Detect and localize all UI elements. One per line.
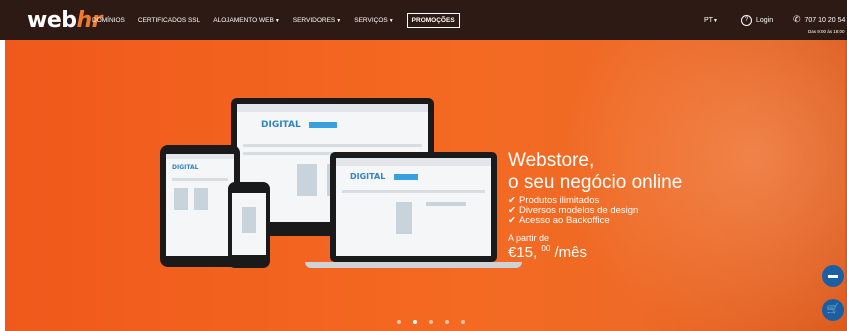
screen-row [172, 178, 228, 181]
check-icon: ✔ [508, 215, 516, 226]
screen-browser-bar [336, 158, 491, 166]
feature-list: ✔ Produtos ilimitados ✔ Diversos modelos d… [508, 196, 638, 226]
screen-browser-bar [166, 154, 234, 159]
language-selector[interactable]: PT▼ [704, 17, 718, 24]
phone-icon: ✆ [793, 14, 801, 24]
caret-down-icon: ▼ [388, 17, 394, 24]
screen-product-tile [174, 188, 188, 210]
smartphone-image [228, 182, 270, 268]
caret-down-icon: ▼ [336, 17, 342, 24]
tablet-screen: DIGITAL [166, 154, 234, 256]
hero-banner[interactable]: DIGITAL DIGITAL DIGITAL Webstore, o seu … [5, 40, 847, 331]
screen-row [342, 190, 485, 193]
laptop-screen: DIGITAL [336, 158, 491, 256]
carousel-dot[interactable] [397, 320, 401, 324]
screen-title: DIGITAL [261, 120, 301, 130]
nav-item-promocoes[interactable]: PROMOÇÕES [406, 12, 460, 28]
laptop-image: DIGITAL [330, 152, 497, 262]
price-from-label: A partir de [508, 233, 550, 243]
nav-item-servicos[interactable]: SERVIÇOS▼ [354, 17, 393, 24]
user-circle-icon: ? [741, 15, 752, 26]
screen-search-bar [309, 122, 337, 128]
nav-label: DOMÍNIOS [92, 16, 125, 24]
hero-headline: Webstore, o seu negócio online [508, 150, 682, 194]
carousel-dot[interactable] [429, 320, 433, 324]
feature-item: ✔ Acesso ao Backoffice [508, 216, 638, 226]
headline-line-2: o seu negócio online [508, 172, 683, 193]
nav-label: ALOJAMENTO WEB [213, 16, 274, 24]
screen-product-tile [242, 207, 256, 233]
smartphone-screen [232, 193, 266, 255]
logo-web-text: web [27, 8, 77, 33]
carousel-dot[interactable] [461, 320, 465, 324]
laptop-base [305, 262, 522, 268]
caret-down-icon: ▼ [712, 18, 718, 24]
language-label: PT [704, 17, 713, 24]
price: €15, 00 /mês [508, 244, 587, 261]
price-period: /mês [554, 244, 587, 261]
nav-label: PROMOÇÕES [411, 16, 455, 24]
nav-item-certificados-ssl[interactable]: CERTIFICADOS SSL [138, 17, 200, 24]
screen-product-tile [297, 164, 317, 196]
support-hours: Das 9:00 às 18:00 [808, 29, 845, 34]
login-link[interactable]: ? Login [741, 15, 773, 26]
caret-down-icon: ▼ [274, 17, 280, 24]
chat-icon: ▬ [828, 270, 838, 281]
cart-icon: 🛒 [826, 304, 840, 315]
headline-line-1: Webstore, [508, 150, 595, 171]
screen-product-tile [396, 202, 412, 234]
nav-label: SERVIDORES [292, 16, 336, 24]
top-navigation-bar: webhr DOMÍNIOS CERTIFICADOS SSL ALOJAMEN… [0, 0, 847, 40]
carousel-indicators [397, 320, 477, 324]
carousel-dot-active[interactable] [413, 320, 417, 324]
carousel-dot[interactable] [445, 320, 449, 324]
nav-item-alojamento-web[interactable]: ALOJAMENTO WEB▼ [213, 17, 280, 24]
screen-title-laptop: DIGITAL [350, 172, 386, 181]
site-logo[interactable]: webhr [27, 8, 103, 33]
nav-item-servidores[interactable]: SERVIDORES▼ [293, 17, 341, 24]
screen-product-tile [426, 202, 466, 206]
price-cents: 00 [541, 244, 551, 253]
screen-search-bar [394, 174, 418, 180]
main-nav: DOMÍNIOS CERTIFICADOS SSL ALOJAMENTO WEB… [92, 0, 473, 40]
nav-item-dominios[interactable]: DOMÍNIOS [92, 17, 125, 24]
nav-label: CERTIFICADOS SSL [137, 16, 201, 24]
price-amount: €15, [508, 244, 538, 261]
cart-button[interactable]: 🛒 [822, 299, 844, 321]
screen-row [243, 144, 422, 147]
nav-label: SERVIÇOS [354, 16, 388, 24]
screen-title-small: DIGITAL [172, 164, 199, 171]
chat-button[interactable]: ▬ [822, 265, 844, 287]
phone-contact[interactable]: ✆ 707 10 20 54 [793, 14, 845, 25]
feature-text: Acesso ao Backoffice [518, 215, 610, 226]
screen-browser-bar [237, 104, 428, 112]
login-label: Login [756, 17, 774, 24]
screen-product-tile [194, 188, 208, 210]
phone-number: 707 10 20 54 [804, 17, 846, 24]
